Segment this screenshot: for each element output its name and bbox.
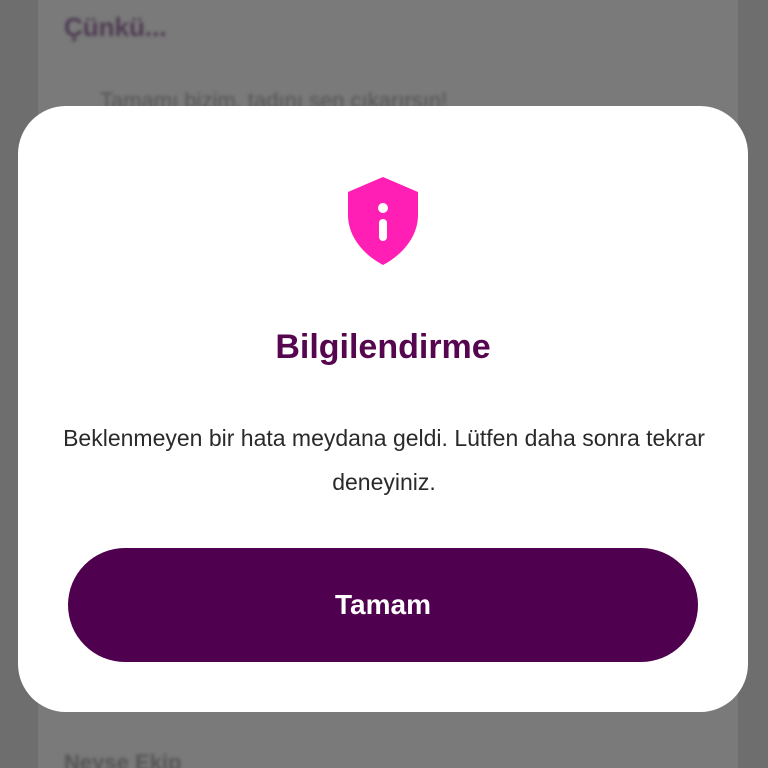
modal-overlay: Bilgilendirme Beklenmeyen bir hata meyda…: [0, 0, 768, 768]
ok-button[interactable]: Tamam: [68, 548, 698, 662]
shield-info-icon: [348, 177, 418, 265]
dialog-title: Bilgilendirme: [275, 328, 491, 366]
dialog-message: Beklenmeyen bir hata meydana geldi. Lütf…: [63, 425, 705, 495]
screen: Çünkü... Tamamı bizim, tadını sen çıkarı…: [0, 0, 768, 768]
